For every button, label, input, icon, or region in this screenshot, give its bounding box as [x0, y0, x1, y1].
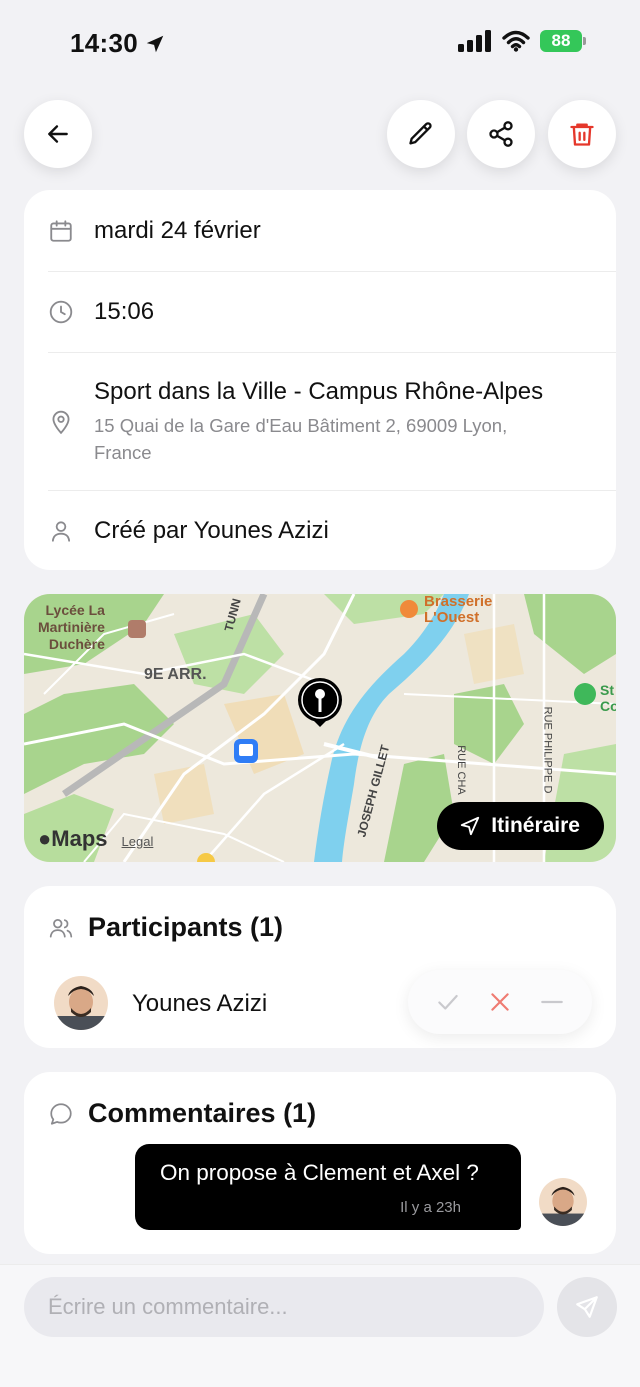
users-icon: [49, 918, 73, 938]
legal-link[interactable]: Legal: [122, 834, 154, 849]
event-time-row: 15:06: [24, 272, 616, 352]
map-label-arrondissement: 9E ARR.: [144, 666, 207, 683]
maps-brand: ●Maps: [38, 826, 108, 852]
event-time: 15:06: [94, 298, 155, 325]
calendar-icon: [48, 218, 74, 244]
user-icon: [48, 518, 74, 544]
event-creator: Créé par Younes Azizi: [94, 517, 329, 544]
participant-name: Younes Azizi: [132, 990, 268, 1017]
event-date: mardi 24 février: [94, 216, 261, 244]
send-button[interactable]: [557, 1277, 617, 1337]
status-indicators: 88: [458, 30, 586, 52]
cellular-signal-icon: [458, 30, 491, 52]
participants-card: Participants (1) Younes Azizi: [24, 886, 616, 1048]
comment-input[interactable]: Écrire un commentaire...: [24, 1277, 544, 1337]
map-label-brasserie-line2: L'Ouest: [424, 609, 480, 626]
status-time-text: 14:30: [70, 28, 138, 58]
wifi-icon: [502, 30, 530, 52]
location-block: Sport dans la Ville - Campus Rhône-Alpes…: [94, 378, 554, 466]
comment-bubble-icon: [50, 1102, 72, 1125]
map-label-brasserie: Brasserie L'Ouest: [424, 594, 492, 626]
trash-icon: [570, 123, 594, 146]
comments-title: Commentaires (1): [88, 1098, 317, 1128]
event-date-row: mardi 24 février: [24, 190, 616, 271]
comment-author-avatar: [539, 1178, 587, 1226]
participants-header: Participants (1): [48, 912, 283, 943]
participants-title: Participants (1): [88, 912, 284, 942]
maybe-dash-icon[interactable]: [539, 989, 565, 1015]
location-address: 15 Quai de la Gare d'Eau Bâtiment 2, 690…: [94, 414, 508, 463]
map-label-lycee-line3: Duchère: [48, 636, 105, 652]
comments-header: Commentaires (1): [48, 1098, 316, 1129]
apple-logo-icon: ●: [38, 826, 52, 851]
location-arrow-icon: [146, 35, 164, 52]
delete-button[interactable]: [548, 100, 616, 168]
pencil-icon: [409, 122, 432, 145]
map-pin-icon: [48, 409, 74, 435]
comment-text: On propose à Clement et Axel ?: [160, 1160, 479, 1185]
clock-icon: [48, 299, 74, 325]
edit-button[interactable]: [387, 100, 455, 168]
location-name: Sport dans la Ville - Campus Rhône-Alpes: [94, 377, 544, 405]
accept-check-icon[interactable]: [435, 989, 461, 1015]
share-button[interactable]: [467, 100, 535, 168]
map-label-lycee: Lycée La Martinière Duchère: [38, 602, 105, 653]
map-label-park-line1: St: [600, 682, 614, 698]
map-label-street-philippe: RUE PHILIPPE D: [541, 706, 554, 794]
event-location-row[interactable]: Sport dans la Ville - Campus Rhône-Alpes…: [24, 353, 616, 490]
participant-avatar: [54, 976, 108, 1030]
battery-indicator: 88: [540, 30, 586, 52]
map-label-lycee-line1: Lycée La: [45, 602, 105, 618]
arrow-left-icon: [48, 125, 68, 143]
battery-level: 88: [540, 30, 582, 52]
comment-bubble: On propose à Clement et Axel ? Il y a 23…: [135, 1144, 521, 1230]
map-label-lycee-line2: Martinière: [38, 619, 105, 635]
maps-brand-text: Maps: [51, 826, 108, 851]
share-icon: [489, 121, 513, 147]
status-bar: 14:30 88: [0, 0, 640, 88]
maps-attribution: ●Maps Legal: [38, 826, 153, 852]
event-info-card: mardi 24 février 15:06 Sport dans la Vil…: [24, 190, 616, 570]
back-button[interactable]: [24, 100, 92, 168]
event-creator-row: Créé par Younes Azizi: [24, 491, 616, 571]
itinerary-label: Itinéraire: [491, 814, 580, 837]
itinerary-button[interactable]: Itinéraire: [437, 802, 604, 850]
navigation-arrow-icon: [461, 816, 480, 836]
battery-tip: [583, 37, 586, 45]
comment-time: Il y a 23h: [400, 1199, 461, 1216]
map-label-park-line2: Co: [600, 698, 616, 714]
comment-composer: Écrire un commentaire...: [0, 1264, 640, 1387]
rsvp-controls: [408, 970, 592, 1034]
status-time: 14:30: [70, 28, 166, 59]
map-label-brasserie-line1: Brasserie: [424, 594, 493, 610]
decline-x-icon[interactable]: [487, 989, 513, 1015]
comments-card: Commentaires (1) On propose à Clement et…: [24, 1072, 616, 1254]
map-label-street-cha: RUE CHA: [454, 745, 467, 795]
map-view[interactable]: Lycée La Martinière Duchère 9E ARR. Bras…: [24, 594, 616, 862]
send-icon: [576, 1296, 598, 1318]
map-label-park: St Co: [600, 682, 616, 714]
